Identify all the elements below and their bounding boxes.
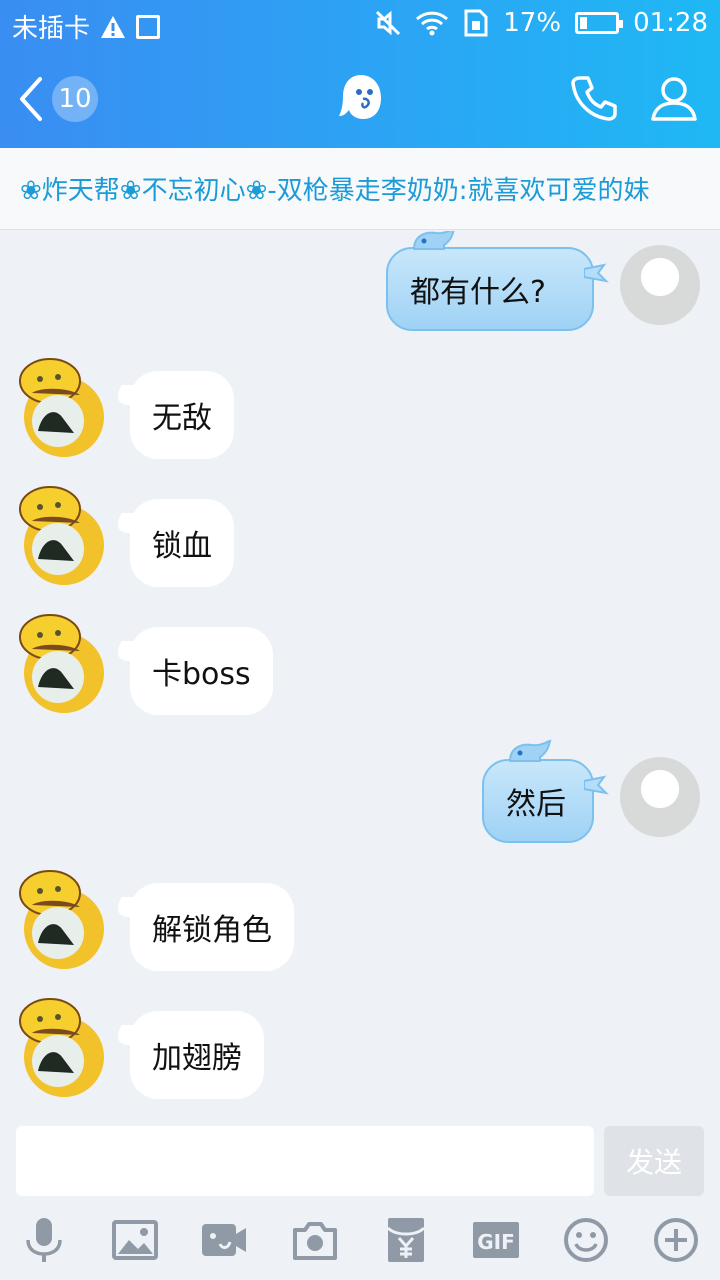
message-bubble-left[interactable]: 锁血 (130, 499, 234, 587)
phone-icon[interactable] (568, 72, 620, 124)
giraffe-avatar-icon (19, 870, 104, 969)
profile-icon[interactable] (648, 72, 700, 124)
whale-tail-icon (584, 775, 609, 795)
message-text: 卡boss (152, 657, 251, 692)
battery-icon (575, 12, 624, 34)
whale-tail-icon (584, 263, 609, 283)
emoji-icon[interactable] (562, 1216, 610, 1264)
message-bubble-left[interactable]: 加翅膀 (130, 1011, 264, 1099)
giraffe-avatar-icon (19, 998, 104, 1097)
message-text: 无敌 (152, 401, 212, 436)
microphone-icon[interactable] (20, 1216, 68, 1264)
message-bubble-left[interactable]: 卡boss (130, 627, 273, 715)
image-icon[interactable] (111, 1216, 159, 1264)
chevron-left-icon (20, 77, 42, 121)
message-bubble-right[interactable]: 都有什么? (386, 231, 609, 331)
back-button[interactable]: 10 (16, 74, 106, 124)
camera-icon[interactable] (291, 1216, 339, 1264)
plus-icon[interactable] (652, 1216, 700, 1264)
mute-icon (376, 10, 401, 36)
giraffe-avatar[interactable] (18, 859, 110, 971)
message-text: 加翅膀 (152, 1041, 242, 1076)
sim-icon (464, 9, 488, 37)
giraffe-avatar[interactable] (18, 475, 110, 587)
giraffe-avatar-icon (19, 614, 104, 713)
giraffe-avatar[interactable] (18, 603, 110, 715)
input-bar: 发送 GIF (0, 1112, 720, 1280)
video-call-icon[interactable] (200, 1216, 248, 1264)
message-input[interactable] (16, 1126, 594, 1196)
announcement-text: ❀炸天帮❀不忘初心❀-双枪暴走李奶奶:就喜欢可爱的妹 (20, 176, 650, 206)
title-bar: 10 (0, 50, 720, 148)
whale-decoration-icon (412, 231, 455, 250)
group-announcement[interactable]: ❀炸天帮❀不忘初心❀-双枪暴走李奶奶:就喜欢可爱的妹 (0, 148, 720, 230)
status-bar: 未插卡 17% 01:28 (0, 0, 720, 50)
red-packet-icon[interactable] (382, 1216, 430, 1264)
message-bubble-left[interactable]: 无敌 (130, 371, 234, 459)
unread-badge: 10 (52, 76, 98, 122)
carrier-label: 未插卡 (12, 14, 91, 44)
warning-icon (101, 15, 126, 38)
giraffe-avatar-icon (19, 358, 104, 457)
ghost-icon[interactable] (337, 72, 385, 122)
wifi-icon (416, 11, 449, 36)
giraffe-avatar[interactable] (18, 987, 110, 1099)
whale-decoration-icon (508, 739, 552, 762)
message-text: 解锁角色 (152, 913, 272, 948)
clock: 01:28 (633, 8, 708, 38)
message-text: 都有什么? (410, 275, 546, 310)
message-text: 然后 (506, 787, 566, 822)
chat-area[interactable]: 都有什么? 无敌 锁血 卡boss 然后 解锁角色 加翅膀 (0, 231, 720, 1111)
message-bubble-right[interactable]: 然后 (482, 739, 609, 843)
battery-percent: 17% (503, 8, 562, 38)
giraffe-avatar-icon (19, 486, 104, 585)
svg-text:GIF: GIF (477, 1230, 515, 1254)
header: 未插卡 17% 01:28 10 (0, 0, 720, 148)
send-button[interactable]: 发送 (604, 1126, 704, 1196)
image-status-icon (136, 14, 161, 39)
gif-icon[interactable]: GIF (472, 1216, 520, 1264)
message-bubble-left[interactable]: 解锁角色 (130, 883, 294, 971)
my-avatar[interactable] (620, 245, 700, 325)
message-text: 锁血 (152, 529, 212, 564)
giraffe-avatar[interactable] (18, 347, 110, 459)
my-avatar[interactable] (620, 757, 700, 837)
